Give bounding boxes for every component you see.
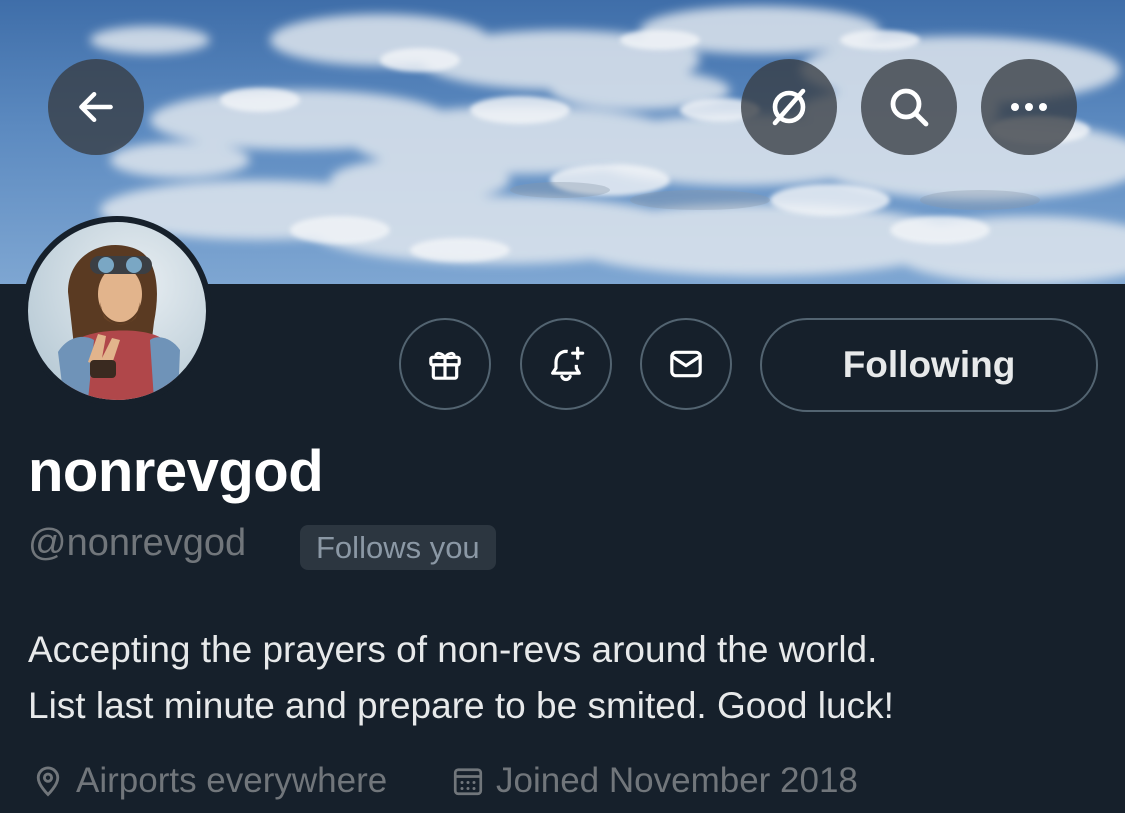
profile-bio: Accepting the prayers of non-revs around… <box>28 622 1108 734</box>
more-button[interactable] <box>981 59 1077 155</box>
bell-plus-icon <box>551 346 585 382</box>
message-button[interactable] <box>640 318 732 410</box>
arrow-left-icon <box>79 91 113 123</box>
avatar-image <box>28 222 206 400</box>
search-button[interactable] <box>861 59 957 155</box>
joined-text: Joined November 2018 <box>496 761 858 800</box>
avatar-container[interactable] <box>22 216 212 406</box>
calendar-icon <box>453 768 483 796</box>
notifications-button[interactable] <box>520 318 612 410</box>
bio-line: List last minute and prepare to be smite… <box>28 685 894 726</box>
following-button[interactable]: Following <box>760 318 1098 412</box>
more-horizontal-icon <box>1011 103 1047 111</box>
gift-button[interactable] <box>399 318 491 410</box>
search-icon <box>890 88 929 127</box>
slash-circle-icon <box>772 88 806 126</box>
display-name: nonrevgod <box>28 439 324 504</box>
gift-icon <box>429 351 461 380</box>
following-label: Following <box>842 344 1016 385</box>
grok-button[interactable] <box>741 59 837 155</box>
joined-item: Joined November 2018 <box>450 758 858 804</box>
user-handle: @nonrevgod <box>28 522 247 564</box>
follows-you-badge: Follows you <box>300 525 496 570</box>
profile-screen: Following nonrevgod @nonrevgod Follows y… <box>0 0 1125 813</box>
location-item: Airports everywhere <box>30 758 387 804</box>
bio-line: Accepting the prayers of non-revs around… <box>28 629 878 670</box>
location-pin-icon <box>36 766 60 797</box>
envelope-icon <box>670 350 702 378</box>
back-button[interactable] <box>48 59 144 155</box>
location-text: Airports everywhere <box>76 761 388 800</box>
avatar[interactable] <box>28 222 206 400</box>
